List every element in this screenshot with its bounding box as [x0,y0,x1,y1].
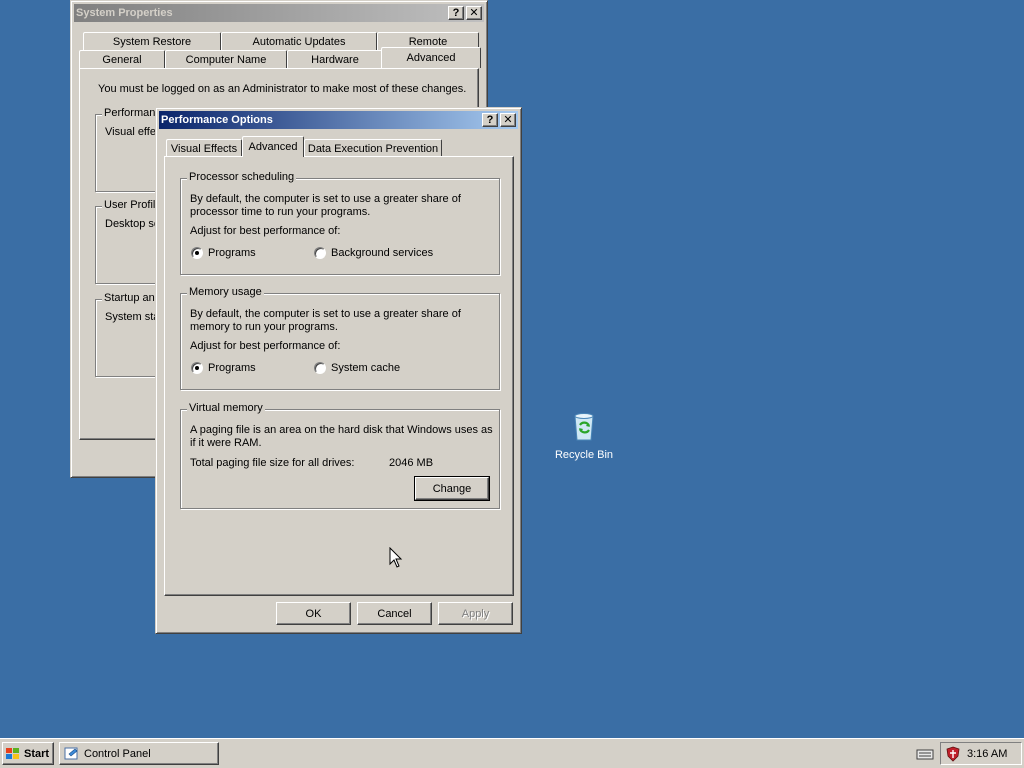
help-button[interactable]: ? [482,113,498,127]
processor-scheduling-group: Processor scheduling By default, the com… [180,171,500,275]
virtual-memory-description: A paging file is an area on the hard dis… [190,424,493,449]
memory-programs-label: Programs [208,362,256,374]
memory-usage-title: Memory usage [187,286,264,298]
close-button[interactable]: ✕ [500,113,516,127]
mouse-cursor-icon [389,547,403,568]
cancel-button-label: Cancel [377,607,412,620]
close-button[interactable]: ✕ [466,6,482,20]
processor-adjust-label: Adjust for best performance of: [190,225,341,237]
memory-programs-radio[interactable]: Programs [191,362,256,374]
tab-computer-name[interactable]: Computer Name [165,50,287,68]
window-title: System Properties [76,7,173,19]
tab-system-restore[interactable]: System Restore [83,32,221,50]
recycle-bin-label: Recycle Bin [554,449,614,461]
recycle-bin-icon [574,413,594,441]
performance-options-dialog: Performance Options ? ✕ Visual Effects A… [155,107,522,634]
processor-scheduling-description: By default, the computer is set to use a… [190,193,461,218]
processor-programs-radio[interactable]: Programs [191,247,256,259]
user-profiles-group-text: Desktop se [105,218,161,230]
processor-background-services-radio[interactable]: Background services [314,247,433,259]
memory-system-cache-radio[interactable]: System cache [314,362,400,374]
tab-advanced[interactable]: Advanced [242,136,304,157]
admin-notice: You must be logged on as an Administrato… [98,83,467,95]
radio-unchecked-icon [314,362,326,374]
security-shield-icon[interactable] [945,746,961,762]
system-properties-titlebar[interactable]: System Properties ? ✕ [74,4,484,22]
performance-group-text: Visual effe [105,126,156,138]
ok-button[interactable]: OK [276,602,351,625]
help-button[interactable]: ? [448,6,464,20]
windows-logo-icon [6,747,19,759]
control-panel-icon [64,747,78,759]
processor-scheduling-title: Processor scheduling [187,171,297,183]
tab-hardware[interactable]: Hardware [287,50,383,68]
ok-button-label: OK [305,607,322,620]
memory-usage-description: By default, the computer is set to use a… [190,308,461,333]
recycle-bin-shortcut[interactable]: Recycle Bin [552,410,616,461]
radio-checked-icon [191,362,203,374]
tab-advanced[interactable]: Advanced [381,47,481,68]
apply-button-label: Apply [461,607,490,620]
desktop: Recycle Bin System Properties ? ✕ System… [0,0,1024,738]
tab-visual-effects[interactable]: Visual Effects [166,139,242,157]
taskbar-item-label: Control Panel [84,747,151,760]
apply-button[interactable]: Apply [438,602,513,625]
taskbar-item-control-panel[interactable]: Control Panel [59,742,219,765]
tab-data-execution-prevention[interactable]: Data Execution Prevention [304,139,442,157]
start-button[interactable]: Start [2,742,54,765]
memory-system-cache-label: System cache [331,362,401,374]
paging-file-total-value: 2046 MB [389,457,434,469]
keyboard-icon[interactable] [916,746,934,762]
paging-file-total-label: Total paging file size for all drives: [190,457,355,469]
startup-recovery-group-text: System sta [105,311,160,323]
start-label: Start [24,747,50,760]
performance-group-title: Performanc [102,107,163,119]
dialog-title: Performance Options [161,114,273,126]
clock[interactable]: 3:16 AM [967,748,1007,760]
tab-general[interactable]: General [79,50,165,68]
virtual-memory-group: Virtual memory A paging file is an area … [180,402,500,509]
change-button-label: Change [432,482,472,495]
radio-unchecked-icon [314,247,326,259]
performance-options-panel: Processor scheduling By default, the com… [164,156,514,596]
processor-background-label: Background services [331,247,434,259]
memory-usage-group: Memory usage By default, the computer is… [180,286,500,390]
virtual-memory-title: Virtual memory [187,402,265,414]
radio-checked-icon [191,247,203,259]
change-button[interactable]: Change [414,476,490,501]
tab-automatic-updates[interactable]: Automatic Updates [221,32,377,50]
processor-programs-label: Programs [208,247,256,259]
taskbar: Start Control Panel 3:16 AM [0,738,1024,768]
performance-options-titlebar[interactable]: Performance Options ? ✕ [159,111,518,129]
startup-recovery-group-title: Startup and [102,292,163,304]
memory-adjust-label: Adjust for best performance of: [190,340,341,352]
cancel-button[interactable]: Cancel [357,602,432,625]
system-tray: 3:16 AM [940,742,1022,765]
